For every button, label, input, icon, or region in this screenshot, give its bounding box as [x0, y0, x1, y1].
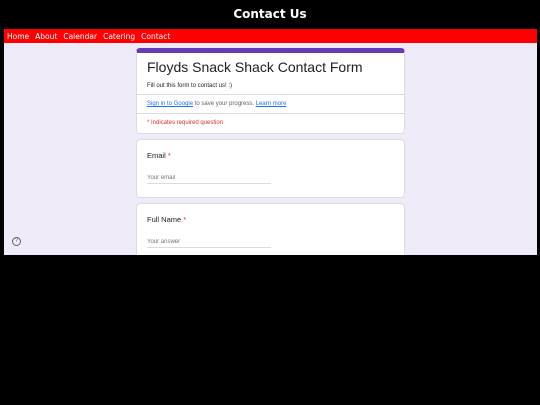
required-asterisk: * [167, 151, 171, 160]
question-label-email: Email * [147, 151, 171, 160]
help-icon[interactable]: ? [12, 237, 21, 246]
nav-link-home[interactable]: Home [7, 32, 29, 41]
form-title: Floyds Snack Shack Contact Form [147, 59, 363, 75]
email-field[interactable] [147, 173, 271, 184]
sign-in-link[interactable]: Sign in to Google [147, 101, 193, 107]
page-title: Contact Us [233, 7, 307, 21]
form-description: Fill out this form to contact us! :) [147, 83, 233, 89]
required-note: * Indicates required question [147, 120, 224, 126]
nav-link-contact[interactable]: Contact [141, 32, 170, 41]
nav-link-catering[interactable]: Catering [103, 32, 135, 41]
divider [137, 113, 404, 114]
embedded-form-frame: Floyds Snack Shack Contact Form Fill out… [4, 43, 537, 255]
question-label-full-name: Full Name * [147, 215, 186, 224]
question-title: Email [147, 151, 166, 160]
question-title: Full Name [147, 215, 182, 224]
question-card-full-name: Full Name * [136, 203, 405, 255]
required-asterisk: * [183, 215, 187, 224]
divider [137, 94, 404, 95]
question-card-email: Email * [136, 139, 405, 198]
signin-text: to save your progress. [193, 101, 256, 107]
nav-link-about[interactable]: About [35, 32, 57, 41]
full-name-field[interactable] [147, 237, 271, 248]
nav-link-calendar[interactable]: Calendar [63, 32, 97, 41]
form-header-card: Floyds Snack Shack Contact Form Fill out… [136, 48, 405, 134]
learn-more-link[interactable]: Learn more [256, 101, 287, 107]
nav-bar: Home About Calendar Catering Contact [4, 29, 537, 43]
signin-row: Sign in to Google to save your progress.… [147, 101, 286, 107]
